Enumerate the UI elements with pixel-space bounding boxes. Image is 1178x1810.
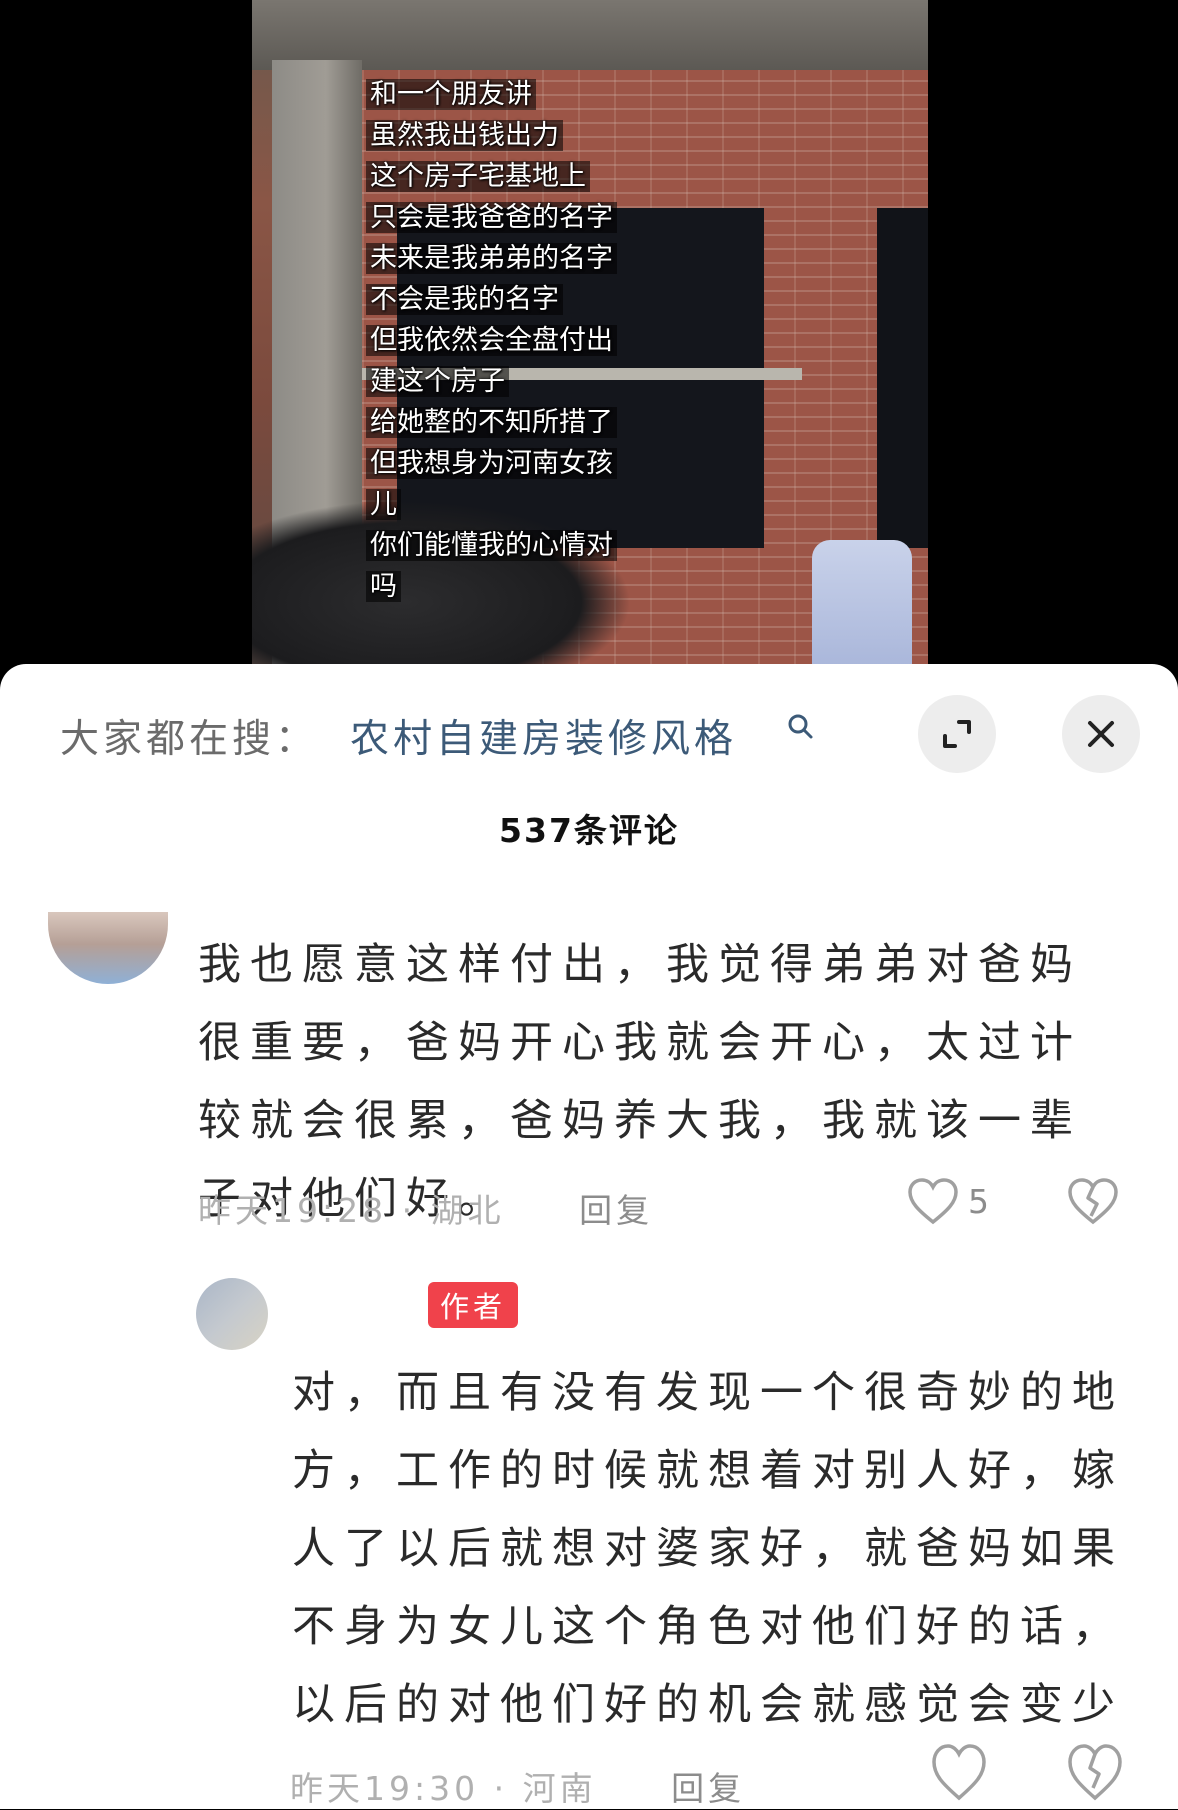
window-opening-image-region — [877, 208, 928, 548]
meta-separator: · — [401, 1191, 431, 1230]
caption-line: 儿 — [366, 484, 617, 525]
reply-button[interactable]: 回复 — [579, 1191, 653, 1230]
caption-line: 但我依然会全盘付出 — [366, 320, 617, 361]
dislike-icon[interactable] — [1066, 1742, 1124, 1802]
author-badge: 作者 — [428, 1282, 519, 1328]
caption-line: 但我想身为河南女孩 — [366, 443, 617, 484]
avatar[interactable] — [196, 1278, 268, 1350]
search-suggestion-link[interactable]: 农村自建房装修风格 — [350, 708, 737, 764]
caption-line: 不会是我的名字 — [366, 279, 617, 320]
expand-icon — [943, 720, 971, 748]
like-count: 5 — [968, 1182, 989, 1221]
comment-sheet: 大家都在搜： 农村自建房装修风格 537条评论 我也愿意这样付出，我觉得弟弟对爸… — [0, 664, 1178, 1809]
caption-line: 和一个朋友讲 — [366, 74, 617, 115]
comment-time: 昨天19:30 — [290, 1769, 480, 1808]
comment-text: 对，而且有没有发现一个很奇妙的地方，工作的时候就想着对别人好，嫁人了以后就想对婆… — [292, 1368, 1124, 1730]
caption-line: 这个房子宅基地上 — [366, 156, 617, 197]
search-icon[interactable] — [786, 712, 814, 740]
author-name-redacted — [300, 1290, 415, 1324]
caption-line: 虽然我出钱出力 — [366, 115, 617, 156]
search-suggestion-bar: 大家都在搜： 农村自建房装修风格 — [0, 664, 1178, 804]
comment-location: 河南 — [522, 1769, 597, 1808]
comment-count: 537条评论 — [499, 811, 679, 850]
caption-line: 你们能懂我的心情对 — [366, 525, 617, 566]
search-suggestion-prefix: 大家都在搜： — [60, 717, 319, 762]
avatar[interactable] — [48, 912, 168, 984]
caption-line: 只会是我爸爸的名字 — [366, 197, 617, 238]
water-jug-image-region — [812, 540, 912, 670]
video-player[interactable]: 和一个朋友讲 虽然我出钱出力 这个房子宅基地上 只会是我爸爸的名字 未来是我弟弟… — [252, 0, 928, 670]
like-icon[interactable] — [906, 1176, 960, 1226]
close-icon — [1088, 721, 1114, 747]
meta-separator: · — [493, 1769, 523, 1808]
expand-button[interactable] — [918, 695, 996, 773]
comment-location: 湖北 — [430, 1191, 505, 1230]
reply-button[interactable]: 回复 — [671, 1769, 745, 1808]
caption-line: 给她整的不知所措了 — [366, 402, 617, 443]
caption-line: 吗 — [366, 566, 617, 607]
caption-line: 建这个房子 — [366, 361, 617, 402]
close-button[interactable] — [1062, 695, 1140, 773]
comment-time: 昨天19:28 — [198, 1191, 388, 1230]
video-caption: 和一个朋友讲 虽然我出钱出力 这个房子宅基地上 只会是我爸爸的名字 未来是我弟弟… — [366, 74, 617, 607]
like-icon[interactable] — [930, 1742, 988, 1802]
comment-meta: 昨天19:30 · 河南 回复 — [290, 1762, 745, 1810]
caption-line: 未来是我弟弟的名字 — [366, 238, 617, 279]
comment-meta: 昨天19:28 · 湖北 回复 — [198, 1184, 653, 1232]
dislike-icon[interactable] — [1066, 1176, 1120, 1226]
